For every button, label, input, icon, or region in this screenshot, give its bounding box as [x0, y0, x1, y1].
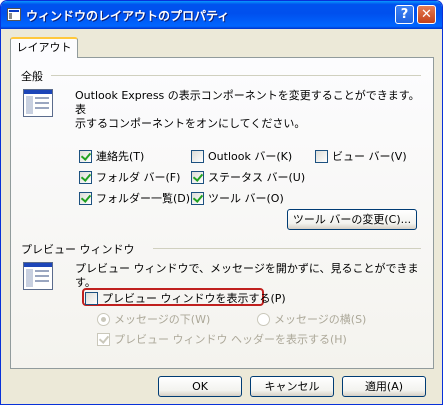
checkbox-box[interactable]	[79, 191, 92, 205]
radio-button[interactable]	[97, 312, 110, 326]
cancel-button[interactable]: キャンセル	[250, 376, 334, 397]
below-messages-radio[interactable]: メッセージの下(W)	[97, 311, 210, 327]
outlook-bar-checkbox[interactable]: Outlook バー(K)	[191, 148, 292, 164]
layout-icon	[23, 89, 53, 117]
checkbox-box[interactable]	[191, 149, 204, 163]
status-bar-label: ステータス バー(U)	[208, 171, 306, 184]
basic-description-line2: 示するコンポーネントをオンにしてください。	[75, 117, 306, 130]
basic-description-line1: Outlook Express の表示コンポーネントを変更することができます。表	[75, 89, 420, 116]
outlook-bar-label: Outlook バー(K)	[208, 150, 293, 163]
checkbox-box[interactable]	[85, 291, 98, 305]
show-preview-header-label: プレビュー ウィンドウ ヘッダーを表示する(H)	[114, 333, 347, 346]
preview-description: プレビュー ウィンドウで、メッセージを開かずに、見ることができます。	[75, 262, 419, 289]
checkbox-box[interactable]	[191, 191, 204, 205]
views-bar-checkbox[interactable]: ビュー バー(V)	[315, 148, 407, 164]
basic-description: Outlook Express の表示コンポーネントを変更することができます。表…	[75, 89, 425, 131]
beside-messages-radio[interactable]: メッセージの横(S)	[257, 311, 366, 327]
show-preview-label: プレビュー ウィンドウを表示する(P)	[102, 292, 286, 305]
show-preview-header-checkbox[interactable]: プレビュー ウィンドウ ヘッダーを表示する(H)	[97, 331, 347, 347]
ok-button[interactable]: OK	[158, 376, 242, 397]
checkbox-box[interactable]	[79, 149, 92, 163]
views-bar-label: ビュー バー(V)	[332, 150, 407, 163]
title-bar[interactable]: ウィンドウのレイアウトのプロパティ ? ✕	[1, 1, 442, 29]
tab-panel: 全般 Outlook Express の表示コンポーネントを変更することができま…	[10, 57, 434, 369]
checkbox-box[interactable]	[97, 332, 110, 346]
folder-bar-checkbox[interactable]: フォルダ バー(F)	[79, 169, 180, 185]
beside-messages-label: メッセージの横(S)	[274, 313, 367, 326]
dialog-body: レイアウト 全般 Outlook Express の表示コンポーネントを変更する…	[4, 29, 439, 401]
below-messages-label: メッセージの下(W)	[114, 313, 211, 326]
checkbox-box[interactable]	[79, 170, 92, 184]
preview-separator	[153, 248, 421, 249]
window-layout-icon	[7, 8, 21, 21]
toolbar-label: ツール バー(O)	[208, 192, 284, 205]
checkbox-box[interactable]	[191, 170, 204, 184]
customize-toolbar-button[interactable]: ツール バーの変更(C)...	[287, 209, 417, 230]
basic-group-label: 全般	[21, 70, 43, 83]
tab-layout[interactable]: レイアウト	[10, 37, 78, 58]
basic-separator	[51, 75, 421, 76]
apply-button[interactable]: 適用(A)	[342, 376, 426, 397]
folder-list-label: フォルダー一覧(D)	[96, 192, 191, 205]
window-title: ウィンドウのレイアウトのプロパティ	[26, 9, 230, 23]
contacts-checkbox[interactable]: 連絡先(T)	[79, 148, 144, 164]
status-bar-checkbox[interactable]: ステータス バー(U)	[191, 169, 305, 185]
show-preview-checkbox[interactable]: プレビュー ウィンドウを表示する(P)	[85, 290, 286, 306]
folder-bar-label: フォルダ バー(F)	[96, 171, 181, 184]
contacts-label: 連絡先(T)	[96, 150, 145, 163]
properties-dialog: ウィンドウのレイアウトのプロパティ ? ✕ レイアウト 全般 Outlook E…	[0, 0, 443, 405]
preview-group-label: プレビュー ウィンドウ	[21, 243, 135, 256]
checkbox-box[interactable]	[315, 149, 328, 163]
folder-list-checkbox[interactable]: フォルダー一覧(D)	[79, 190, 190, 206]
preview-pane-icon	[23, 262, 53, 290]
radio-button[interactable]	[257, 312, 270, 326]
close-button[interactable]: ✕	[417, 5, 436, 24]
help-button[interactable]: ?	[395, 5, 414, 24]
toolbar-checkbox[interactable]: ツール バー(O)	[191, 190, 284, 206]
